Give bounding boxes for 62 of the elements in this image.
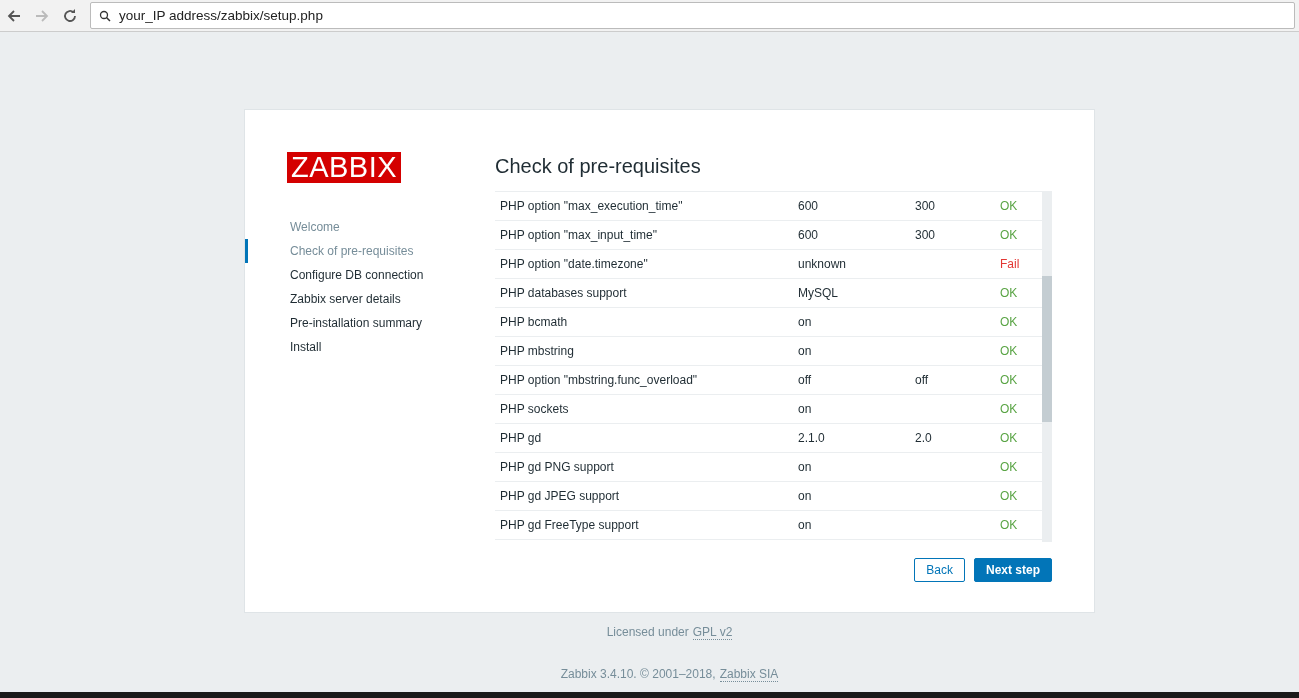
table-cell-text: PHP option "mbstring.func_overload" <box>500 373 699 387</box>
status-text: OK <box>1000 431 1018 445</box>
table-cell-text: off <box>798 373 813 387</box>
table-cell-text: PHP gd JPEG support <box>500 489 621 503</box>
table-cell: off <box>915 373 929 387</box>
reload-icon[interactable] <box>62 7 78 24</box>
company-link[interactable]: Zabbix SIA <box>719 667 779 682</box>
back-arrow-icon[interactable] <box>6 7 22 24</box>
table-cell-text: PHP gd <box>500 431 543 445</box>
table-cell-text: on <box>798 489 813 503</box>
setup-step[interactable]: Configure DB connection <box>245 263 495 287</box>
zabbix-logo: ZABBIX <box>287 152 401 183</box>
setup-step[interactable]: Pre-installation summary <box>245 311 495 335</box>
table-cell-text: 2.1.0 <box>798 431 826 445</box>
back-button[interactable]: Back <box>914 558 965 582</box>
table-cell-text: MySQL <box>798 286 839 300</box>
page-title: Check of pre-requisites <box>495 155 702 179</box>
table-cell-text: PHP bcmath <box>500 315 569 329</box>
table-cell: 300 <box>915 228 936 242</box>
setup-step[interactable]: Zabbix server details <box>245 287 495 311</box>
address-text: your_IP address/zabbix/setup.php <box>119 8 323 23</box>
scrollbar[interactable] <box>1042 192 1052 542</box>
status-text: OK <box>1000 460 1018 474</box>
address-bar[interactable]: your_IP address/zabbix/setup.php <box>90 2 1295 29</box>
table-cell-text: PHP option "max_input_time" <box>500 228 659 242</box>
setup-step[interactable]: Check of pre-requisites <box>245 239 495 263</box>
table-cell: 300 <box>915 199 936 213</box>
copyright-text: Zabbix 3.4.10. © 2001–2018, <box>560 667 716 682</box>
table-cell-text: on <box>798 402 813 416</box>
table-cell-text: PHP mbstring <box>500 344 575 358</box>
status-text: OK <box>1000 315 1018 329</box>
status-text: OK <box>1000 373 1018 387</box>
status-text: OK <box>1000 402 1018 416</box>
setup-step[interactable]: Welcome <box>245 215 495 239</box>
forward-arrow-icon[interactable] <box>34 7 50 24</box>
status-text: OK <box>1000 286 1018 300</box>
table-cell-text: on <box>798 315 813 329</box>
license-link[interactable]: GPL v2 <box>692 625 733 640</box>
status-text: OK <box>1000 199 1018 213</box>
table-cell-text: PHP gd PNG support <box>500 460 615 474</box>
table-cell-text: 600 <box>798 199 820 213</box>
table-cell-text: 600 <box>798 228 820 242</box>
table-cell: 2.0 <box>915 431 932 445</box>
table-cell-text: unknown <box>798 257 848 271</box>
table-cell-text: on <box>798 344 813 358</box>
table-cell-text: on <box>798 460 813 474</box>
setup-step[interactable]: Install <box>245 335 495 359</box>
status-text: OK <box>1000 489 1018 503</box>
status-text: Fail <box>1000 257 1020 271</box>
license-text: Licensed under <box>606 625 689 640</box>
scrollbar-thumb[interactable] <box>1042 276 1052 422</box>
status-text: OK <box>1000 344 1018 358</box>
table-cell-text: PHP option "date.timezone" <box>500 257 649 271</box>
table-cell-text: on <box>798 518 813 532</box>
table-cell-text: PHP gd FreeType support <box>500 518 640 532</box>
table-cell-text: PHP databases support <box>500 286 628 300</box>
table-cell-text: PHP option "max_execution_time" <box>500 199 684 213</box>
status-text: OK <box>1000 518 1018 532</box>
table-cell-text: PHP sockets <box>500 402 570 416</box>
status-text: OK <box>1000 228 1018 242</box>
search-icon <box>99 9 111 22</box>
next-step-button[interactable]: Next step <box>973 558 1052 582</box>
